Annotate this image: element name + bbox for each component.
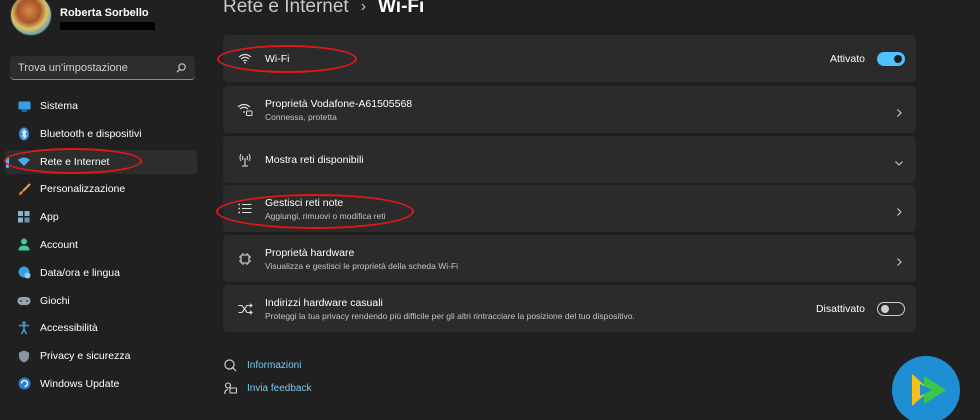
breadcrumb: Rete e Internet › Wi-Fi <box>223 0 424 18</box>
random-addresses-toggle[interactable] <box>877 301 905 316</box>
help-links: Informazioni Invia feedback <box>223 358 312 404</box>
gamepad-icon <box>17 294 31 308</box>
sidebar-item-label: Data/ora e lingua <box>40 266 120 279</box>
sidebar-item-personalizzazione[interactable]: Personalizzazione <box>5 177 197 201</box>
known-networks-title: Gestisci reti note <box>265 196 344 209</box>
sidebar-item-sistema[interactable]: Sistema <box>5 94 197 118</box>
apps-icon <box>17 210 31 224</box>
sidebar-item-label: Bluetooth e dispositivi <box>40 127 142 140</box>
sidebar: Roberta Sorbello Sistema Bluetooth e dis… <box>0 0 205 420</box>
brush-icon <box>17 182 31 196</box>
network-properties-card[interactable]: Proprietà Vodafone-A61505568 Connessa, p… <box>223 86 916 133</box>
wifi-icon <box>236 50 254 68</box>
wifi-toggle[interactable] <box>877 51 905 66</box>
page-title: Wi-Fi <box>378 0 425 17</box>
hardware-properties-subtitle: Visualizza e gestisci le proprietà della… <box>265 260 459 271</box>
available-networks-card[interactable]: Mostra reti disponibili <box>223 136 916 183</box>
feedback-link-label[interactable]: Invia feedback <box>247 383 312 394</box>
shield-icon <box>17 349 31 363</box>
known-networks-subtitle: Aggiungi, rimuovi o modifica reti <box>265 210 386 221</box>
random-addresses-toggle-group: Disattivato <box>815 301 905 316</box>
wifi-toggle-group: Attivato <box>829 51 905 66</box>
profile[interactable]: Roberta Sorbello <box>10 0 155 40</box>
known-networks-card[interactable]: Gestisci reti note Aggiungi, rimuovi o m… <box>223 185 916 232</box>
sidebar-item-accessibilita[interactable]: Accessibilità <box>5 316 197 340</box>
sidebar-item-app[interactable]: App <box>5 205 197 229</box>
person-icon <box>17 238 31 252</box>
network-status: Connessa, protetta <box>265 111 337 122</box>
chevron-right-icon <box>894 105 904 117</box>
breadcrumb-parent[interactable]: Rete e Internet <box>223 0 349 18</box>
random-addresses-card[interactable]: Indirizzi hardware casuali Proteggi la t… <box>223 285 916 332</box>
wifi-toggle-label: Attivato <box>829 52 865 65</box>
network-properties-title: Proprietà Vodafone-A61505568 <box>265 97 413 110</box>
sidebar-item-label: Rete e Internet <box>40 155 110 168</box>
sidebar-item-windows-update[interactable]: Windows Update <box>5 372 197 396</box>
chevron-down-icon <box>894 155 904 166</box>
sidebar-item-label: Giochi <box>40 294 70 307</box>
feedback-link[interactable]: Invia feedback <box>223 381 312 395</box>
sidebar-item-label: Personalizzazione <box>40 183 126 196</box>
brand-logo <box>890 354 962 420</box>
wifi-lock-icon <box>236 101 254 119</box>
accessibility-icon <box>17 321 31 335</box>
redacted-email-bar <box>60 22 155 30</box>
chevron-right-icon <box>894 254 904 266</box>
breadcrumb-separator: › <box>360 0 367 15</box>
sidebar-item-label: Privacy e sicurezza <box>40 350 131 363</box>
toggle-knob <box>881 304 889 313</box>
sidebar-item-label: App <box>40 211 59 224</box>
wifi-card[interactable]: Wi-Fi Attivato <box>223 35 916 82</box>
monitor-icon <box>17 99 31 113</box>
hardware-properties-title: Proprietà hardware <box>265 246 355 259</box>
sidebar-item-privacy-sicurezza[interactable]: Privacy e sicurezza <box>5 344 197 368</box>
sidebar-item-account[interactable]: Account <box>5 233 197 257</box>
sidebar-item-label: Accessibilità <box>40 322 98 335</box>
update-icon <box>17 377 31 391</box>
avatar <box>10 0 52 36</box>
sidebar-item-bluetooth[interactable]: Bluetooth e dispositivi <box>5 122 197 146</box>
sidebar-item-label: Sistema <box>40 100 78 112</box>
info-link[interactable]: Informazioni <box>223 358 312 372</box>
sidebar-item-giochi[interactable]: Giochi <box>5 289 197 313</box>
help-icon <box>223 358 237 372</box>
toggle-knob <box>894 54 902 63</box>
info-link-label[interactable]: Informazioni <box>247 360 301 371</box>
search-input[interactable] <box>18 61 175 74</box>
list-icon <box>236 200 254 218</box>
hardware-properties-card[interactable]: Proprietà hardware Visualizza e gestisci… <box>223 235 916 282</box>
chevron-right-icon <box>894 204 904 216</box>
random-addresses-toggle-label: Disattivato <box>815 302 865 315</box>
bluetooth-icon <box>17 127 31 141</box>
chip-icon <box>236 250 254 268</box>
search-box[interactable] <box>10 56 195 80</box>
sidebar-item-data-ora-lingua[interactable]: Data/ora e lingua <box>5 261 197 285</box>
wifi-title: Wi-Fi <box>265 52 290 65</box>
shuffle-icon <box>236 300 254 318</box>
search-icon[interactable] <box>175 62 187 74</box>
feedback-icon <box>223 381 237 395</box>
sidebar-item-label: Windows Update <box>40 377 120 390</box>
sidebar-item-rete-e-internet[interactable]: Rete e Internet <box>5 149 197 174</box>
sidebar-item-label: Account <box>40 238 78 251</box>
globe-clock-icon <box>17 266 31 280</box>
network-icon <box>17 155 31 169</box>
available-networks-title: Mostra reti disponibili <box>265 153 364 166</box>
nav-list: Sistema Bluetooth e dispositivi Rete e I… <box>5 94 197 400</box>
antenna-icon <box>236 151 254 169</box>
profile-name: Roberta Sorbello <box>60 7 149 19</box>
